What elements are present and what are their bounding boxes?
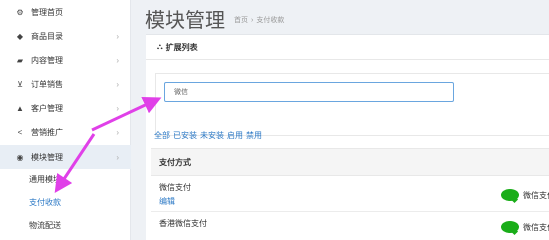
chevron-right-icon: › [116, 31, 119, 41]
sidebar-subitem-label: 物流配送 [29, 220, 61, 230]
sidebar-item-label: 商品目录 [31, 31, 63, 41]
puzzle-icon: ⛬ [157, 42, 163, 51]
sidebar-item-label: 管理首页 [31, 7, 63, 17]
edit-link[interactable]: 编辑 [159, 196, 175, 207]
breadcrumb-home[interactable]: 首页 [234, 17, 248, 24]
sidebar-item-label: 模块管理 [31, 152, 63, 162]
column-header-payment-method: 支付方式 [159, 157, 191, 167]
chevron-down-icon: › [116, 152, 119, 162]
payment-label: 微信支付 [523, 190, 549, 200]
wechat-pay-icon [501, 189, 519, 201]
module-icon: ◉ [16, 152, 24, 162]
chevron-right-icon: › [116, 55, 119, 65]
search-panel [155, 73, 549, 136]
sidebar-item-label: 营销推广 [31, 127, 63, 137]
sidebar-item-label: 内容管理 [31, 55, 63, 65]
table-row: 香港微信支付 微信支付 [151, 212, 549, 240]
sidebar: ⚙ 管理首页 ◆ 商品目录 › ▰ 内容管理 › ⊻ 订单销售 › ▲ 客户管理… [0, 0, 131, 240]
sidebar-item-marketing[interactable]: < 营销推广 › [0, 120, 131, 144]
filter-all[interactable]: 全部 [154, 131, 170, 140]
chevron-right-icon: › [116, 103, 119, 113]
payment-badge: 微信支付 [501, 189, 549, 201]
row-name: 香港微信支付 [159, 219, 207, 228]
sidebar-item-label: 客户管理 [31, 103, 63, 113]
sidebar-item-orders[interactable]: ⊻ 订单销售 › [0, 72, 131, 96]
extension-list-card: ⛬ 扩展列表 全部已安装未安装启用禁用 支付方式 微信支付 编辑 微信支付 香港… [146, 34, 549, 240]
user-icon: ▲ [16, 103, 24, 113]
share-icon: < [17, 127, 23, 137]
sidebar-subitem-general-modules[interactable]: 通用模块 [0, 168, 131, 190]
payment-badge: 微信支付 [501, 221, 549, 233]
card-header: ⛬ 扩展列表 [146, 35, 549, 60]
filter-links: 全部 已安装 未安装 启用 禁用 [154, 130, 265, 141]
sidebar-subitem-payments[interactable]: 支付收款 [0, 191, 131, 213]
breadcrumb-separator-icon: › [251, 17, 254, 24]
tag-icon: ◆ [16, 31, 24, 41]
card-title: 扩展列表 [165, 42, 198, 52]
dashboard-icon: ⚙ [16, 7, 24, 17]
chevron-right-icon: › [116, 79, 119, 89]
page-title: 模块管理 [145, 10, 225, 32]
filter-not-installed[interactable]: 未安装 [200, 131, 224, 140]
table-row: 微信支付 编辑 微信支付 [151, 176, 549, 212]
filter-enabled[interactable]: 启用 [227, 131, 243, 140]
sidebar-item-dashboard[interactable]: ⚙ 管理首页 [0, 0, 131, 24]
book-icon: ▰ [16, 55, 24, 65]
chevron-right-icon: › [116, 127, 119, 137]
sidebar-item-catalog[interactable]: ◆ 商品目录 › [0, 24, 131, 48]
cart-icon: ⊻ [17, 79, 23, 89]
payment-label: 微信支付 [523, 222, 549, 232]
search-input[interactable] [164, 82, 454, 102]
sidebar-subitem-label: 通用模块 [29, 174, 61, 184]
breadcrumb-current: 支付收款 [256, 17, 285, 24]
wechat-pay-icon [501, 221, 519, 233]
row-name: 微信支付 [159, 183, 191, 192]
sidebar-subitem-label: 支付收款 [29, 197, 61, 207]
filter-disabled[interactable]: 禁用 [246, 131, 262, 140]
sidebar-subitem-shipping[interactable]: 物流配送 [0, 214, 131, 236]
sidebar-item-customers[interactable]: ▲ 客户管理 › [0, 96, 131, 120]
sidebar-item-label: 订单销售 [31, 79, 63, 89]
breadcrumb: 首页 › 支付收款 [234, 15, 284, 25]
filter-installed[interactable]: 已安装 [173, 131, 197, 140]
table-header: 支付方式 [151, 148, 549, 176]
sidebar-item-content[interactable]: ▰ 内容管理 › [0, 48, 131, 72]
sidebar-item-modules[interactable]: ◉ 模块管理 › [0, 145, 131, 169]
